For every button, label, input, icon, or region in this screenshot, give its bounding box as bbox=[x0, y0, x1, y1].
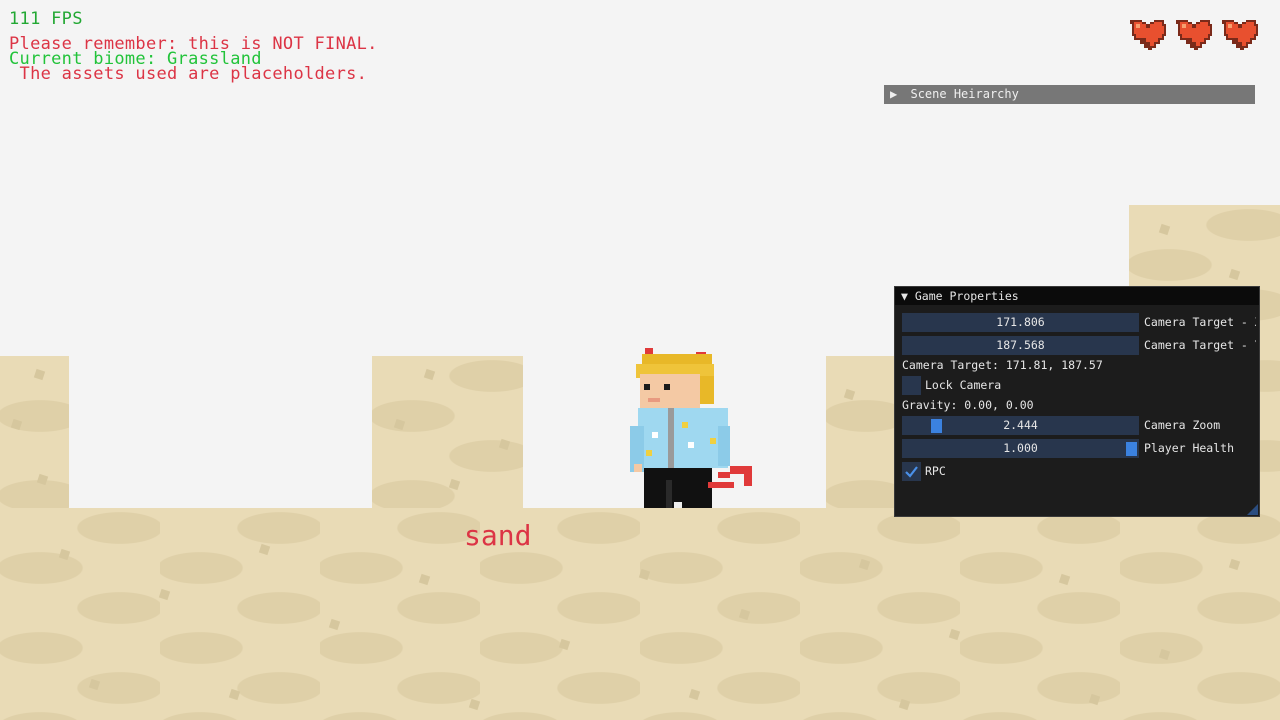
player-health-label: Player Health bbox=[1144, 441, 1235, 455]
camera-target-x-field[interactable]: 171.806 bbox=[902, 313, 1139, 332]
game-properties-titlebar[interactable]: ▼ Game Properties bbox=[895, 287, 1259, 305]
camera-target-readout: Camera Target: 171.81, 187.57 bbox=[902, 358, 1103, 372]
lock-camera-label: Lock Camera bbox=[925, 378, 1002, 392]
camera-target-x-label: Camera Target - X bbox=[1144, 315, 1256, 329]
block-label: sand bbox=[464, 519, 532, 552]
player-health-value: 1.000 bbox=[1003, 441, 1038, 455]
notice-placeholders: The assets used are placeholders. bbox=[9, 64, 368, 84]
camera-target-y-label: Camera Target - Y bbox=[1144, 338, 1256, 352]
camera-zoom-value: 2.444 bbox=[1003, 418, 1038, 432]
game-properties-title: Game Properties bbox=[914, 289, 1019, 303]
heart-icon bbox=[1176, 20, 1212, 50]
sand-block-middle bbox=[372, 356, 523, 508]
gravity-readout: Gravity: 0.00, 0.00 bbox=[902, 398, 1034, 412]
player-health-slider[interactable]: 1.000 bbox=[902, 439, 1139, 458]
camera-target-y-field[interactable]: 187.568 bbox=[902, 336, 1139, 355]
checkmark-icon bbox=[905, 466, 918, 478]
camera-zoom-slider-grab[interactable] bbox=[931, 419, 942, 433]
resize-grip-icon[interactable] bbox=[1247, 504, 1258, 515]
game-properties-panel: ▼ Game Properties 171.806 Camera Target … bbox=[894, 286, 1260, 517]
player-character bbox=[630, 348, 752, 508]
rpc-label: RPC bbox=[925, 464, 946, 478]
player-health-slider-grab[interactable] bbox=[1126, 442, 1137, 456]
rpc-checkbox[interactable] bbox=[902, 462, 921, 481]
lock-camera-checkbox[interactable] bbox=[902, 376, 921, 395]
camera-zoom-label: Camera Zoom bbox=[1144, 418, 1221, 432]
scene-hierarchy-title: Scene Heirarchy bbox=[910, 87, 1019, 101]
expanded-arrow-icon: ▼ bbox=[901, 289, 908, 303]
fps-counter: 111 FPS bbox=[9, 9, 83, 29]
sand-ground bbox=[0, 508, 1280, 720]
health-hearts bbox=[1128, 16, 1260, 52]
collapsed-arrow-icon: ▶ bbox=[890, 87, 898, 101]
heart-icon bbox=[1222, 20, 1258, 50]
scene-hierarchy-header[interactable]: ▶ Scene Heirarchy bbox=[884, 85, 1255, 104]
sand-block-left bbox=[0, 356, 69, 508]
heart-icon bbox=[1130, 20, 1166, 50]
camera-zoom-slider[interactable]: 2.444 bbox=[902, 416, 1139, 435]
